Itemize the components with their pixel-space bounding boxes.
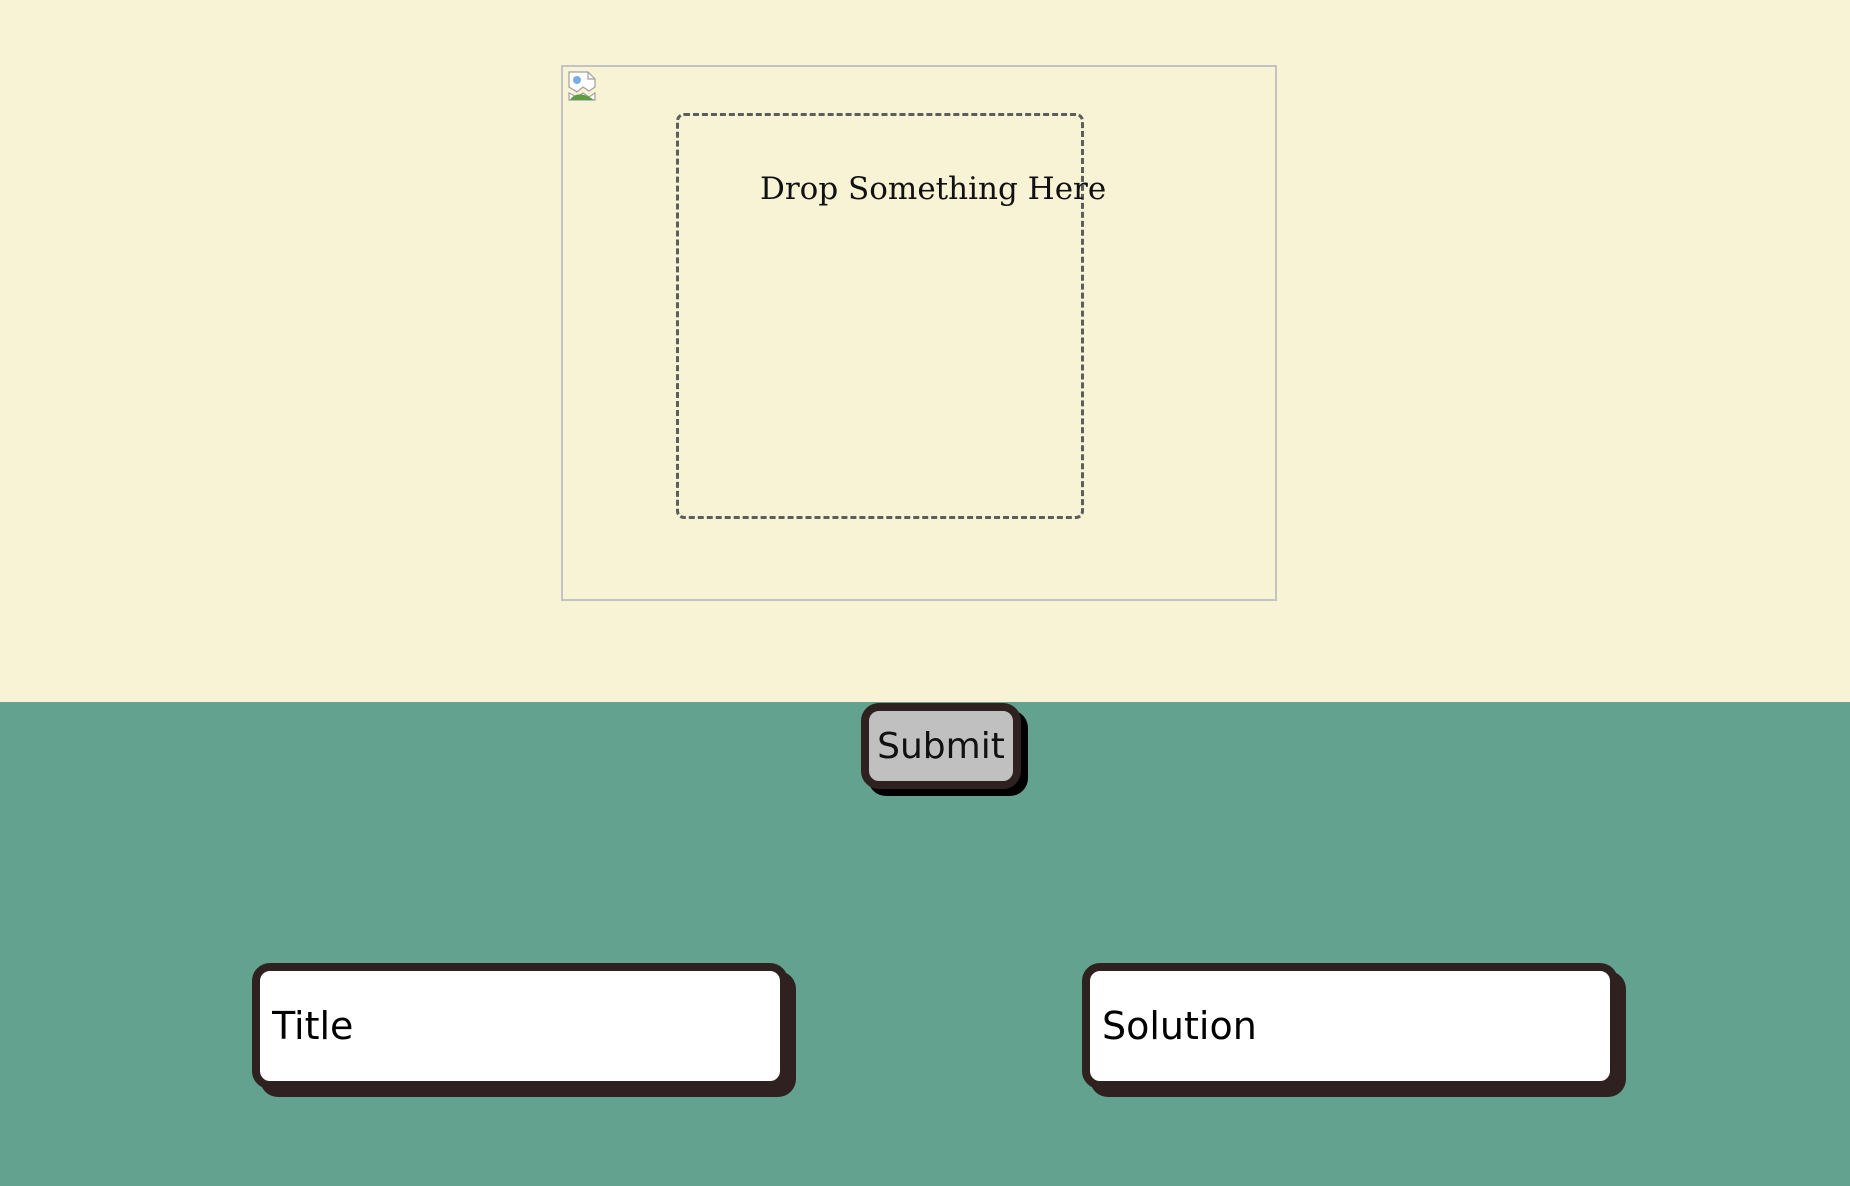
title-input[interactable] xyxy=(252,963,788,1089)
solution-input[interactable] xyxy=(1082,963,1618,1089)
canvas-area: Drop Something Here xyxy=(0,0,1850,702)
submit-button[interactable]: Submit xyxy=(861,703,1021,789)
drop-zone-label: Drop Something Here xyxy=(760,171,1107,207)
broken-image-icon xyxy=(568,71,596,101)
